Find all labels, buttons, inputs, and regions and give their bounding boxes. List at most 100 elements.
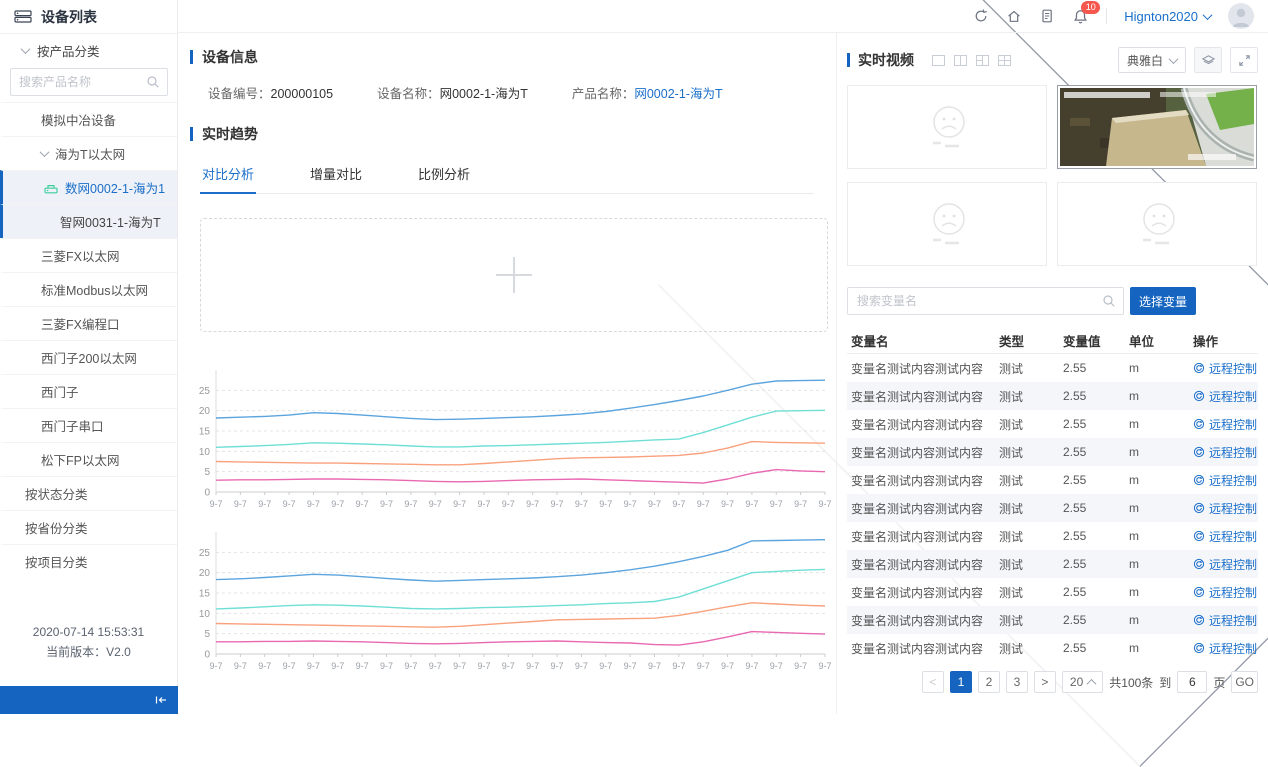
video-tile-empty[interactable] xyxy=(1057,182,1257,266)
variable-unit-cell: m xyxy=(1129,641,1193,655)
layers-button[interactable] xyxy=(1194,47,1222,73)
device-number-field: 设备编号：200000105 xyxy=(208,83,333,102)
page-jump-input[interactable] xyxy=(1177,671,1207,693)
svg-text:9-7: 9-7 xyxy=(331,661,344,671)
variable-search-input[interactable] xyxy=(847,287,1124,315)
remote-control-link[interactable]: 远程控制 xyxy=(1193,416,1258,433)
product-name-link[interactable]: 网0002-1-海为T xyxy=(634,87,722,101)
collapse-sidebar-icon[interactable] xyxy=(153,692,169,708)
page-size-value: 20 xyxy=(1070,675,1083,689)
layout-single-icon[interactable] xyxy=(932,55,945,66)
remote-control-link[interactable]: 远程控制 xyxy=(1193,360,1258,377)
remote-control-label: 远程控制 xyxy=(1209,416,1257,433)
tab-compare-analysis[interactable]: 对比分析 xyxy=(200,156,256,193)
svg-text:9-7: 9-7 xyxy=(502,499,515,509)
sidebar-device-item[interactable]: 数网0002-1-海为1 xyxy=(0,170,177,204)
pagination-prev-button[interactable]: < xyxy=(922,671,944,693)
avatar[interactable] xyxy=(1228,3,1254,29)
remote-control-label: 远程控制 xyxy=(1209,500,1257,517)
variable-value-cell: 2.55 xyxy=(1063,361,1129,375)
remote-control-link[interactable]: 远程控制 xyxy=(1193,472,1258,489)
sidebar-item-label: 按状态分类 xyxy=(25,484,88,503)
tab-increment-compare[interactable]: 增量对比 xyxy=(308,156,364,193)
sidebar-tree-item[interactable]: 模拟中冶设备 xyxy=(0,102,177,136)
variable-search xyxy=(847,287,1124,315)
fullscreen-button[interactable] xyxy=(1230,47,1258,73)
sidebar-item-label: 三菱FX以太网 xyxy=(41,246,119,265)
svg-text:9-7: 9-7 xyxy=(526,661,539,671)
pagination-page-button[interactable]: 1 xyxy=(950,671,972,693)
svg-text:9-7: 9-7 xyxy=(745,661,758,671)
video-tile-playing[interactable] xyxy=(1057,85,1257,169)
remote-control-link[interactable]: 远程控制 xyxy=(1193,500,1258,517)
sidebar-tree-item[interactable]: 西门子 xyxy=(0,374,177,408)
sidebar-category-item[interactable]: 按省份分类 xyxy=(0,510,177,544)
remote-control-icon xyxy=(1193,418,1205,430)
variable-name-cell: 变量名测试内容测试内容 xyxy=(847,640,999,657)
video-tile-empty[interactable] xyxy=(847,182,1047,266)
sidebar-item-label: 西门子 xyxy=(41,382,79,401)
home-icon[interactable] xyxy=(1006,8,1022,24)
sidebar-category-item[interactable]: 按项目分类 xyxy=(0,544,177,578)
video-tile-empty[interactable] xyxy=(847,85,1047,169)
pagination-next-button[interactable]: > xyxy=(1034,671,1056,693)
sidebar-tree-item[interactable]: 三菱FX以太网 xyxy=(0,238,177,272)
variable-unit-cell: m xyxy=(1129,585,1193,599)
sidebar-tree-item[interactable]: 松下FP以太网 xyxy=(0,442,177,476)
variable-row: 变量名测试内容测试内容测试2.55m远程控制 xyxy=(847,438,1258,466)
variable-row: 变量名测试内容测试内容测试2.55m远程控制 xyxy=(847,522,1258,550)
remote-control-link[interactable]: 远程控制 xyxy=(1193,612,1258,629)
variable-value-cell: 2.55 xyxy=(1063,585,1129,599)
layout-grid-icon[interactable] xyxy=(998,55,1011,66)
svg-text:9-7: 9-7 xyxy=(745,499,758,509)
device-info-title: 设备信息 xyxy=(202,47,258,67)
remote-control-link[interactable]: 远程控制 xyxy=(1193,556,1258,573)
layout-three-pane-icon[interactable] xyxy=(976,55,989,66)
sidebar-device-item[interactable]: 智网0031-1-海为T xyxy=(0,204,177,238)
variable-value-cell: 2.55 xyxy=(1063,445,1129,459)
remote-control-link[interactable]: 远程控制 xyxy=(1193,584,1258,601)
go-button[interactable]: GO xyxy=(1231,671,1258,693)
svg-text:9-7: 9-7 xyxy=(404,661,417,671)
pagination-pages: 123 xyxy=(950,671,1028,693)
pagination-page-button[interactable]: 3 xyxy=(1006,671,1028,693)
select-variables-button[interactable]: 选择变量 xyxy=(1130,287,1196,315)
remote-control-link[interactable]: 远程控制 xyxy=(1193,444,1258,461)
remote-control-link[interactable]: 远程控制 xyxy=(1193,528,1258,545)
trend-chart-2: 05101520259-79-79-79-79-79-79-79-79-79-7… xyxy=(188,526,833,678)
sidebar-tree-item[interactable]: 西门子串口 xyxy=(0,408,177,442)
document-icon[interactable] xyxy=(1039,8,1055,24)
user-menu[interactable]: Hignton2020 xyxy=(1124,9,1211,24)
notification-bell-icon[interactable]: 10 xyxy=(1072,8,1089,25)
col-unit: 单位 xyxy=(1129,331,1193,350)
remote-control-link[interactable]: 远程控制 xyxy=(1193,640,1258,657)
svg-text:15: 15 xyxy=(199,427,211,438)
sidebar-category-item[interactable]: 按状态分类 xyxy=(0,476,177,510)
sidebar-category-toggle[interactable]: 按产品分类 xyxy=(0,34,177,66)
variable-name-cell: 变量名测试内容测试内容 xyxy=(847,444,999,461)
variable-type-cell: 测试 xyxy=(999,528,1063,545)
remote-control-link[interactable]: 远程控制 xyxy=(1193,388,1258,405)
refresh-icon[interactable] xyxy=(973,8,989,24)
svg-text:9-7: 9-7 xyxy=(209,499,222,509)
svg-text:9-7: 9-7 xyxy=(258,661,271,671)
add-chart-placeholder[interactable] xyxy=(200,218,828,332)
page-size-selector[interactable]: 20 xyxy=(1062,671,1103,693)
sidebar-tree-item[interactable]: 海为T以太网 xyxy=(0,136,177,170)
col-value: 变量值 xyxy=(1063,331,1129,350)
tab-ratio-analysis[interactable]: 比例分析 xyxy=(416,156,472,193)
sidebar-tree-item[interactable]: 三菱FX编程口 xyxy=(0,306,177,340)
sidebar-tree-item[interactable]: 标准Modbus以太网 xyxy=(0,272,177,306)
layout-two-pane-icon[interactable] xyxy=(954,55,967,66)
sidebar-header: 设备列表 xyxy=(0,0,177,34)
theme-selector[interactable]: 典雅白 xyxy=(1118,47,1186,73)
sidebar-item-label: 西门子串口 xyxy=(41,416,104,435)
product-search-input[interactable] xyxy=(10,68,168,96)
pagination-page-button[interactable]: 2 xyxy=(978,671,1000,693)
variable-row: 变量名测试内容测试内容测试2.55m远程控制 xyxy=(847,550,1258,578)
product-search xyxy=(10,68,167,96)
layers-icon xyxy=(1201,53,1216,68)
sidebar-tree-item[interactable]: 西门子200以太网 xyxy=(0,340,177,374)
section-accent-bar xyxy=(190,50,193,64)
remote-control-label: 远程控制 xyxy=(1209,444,1257,461)
